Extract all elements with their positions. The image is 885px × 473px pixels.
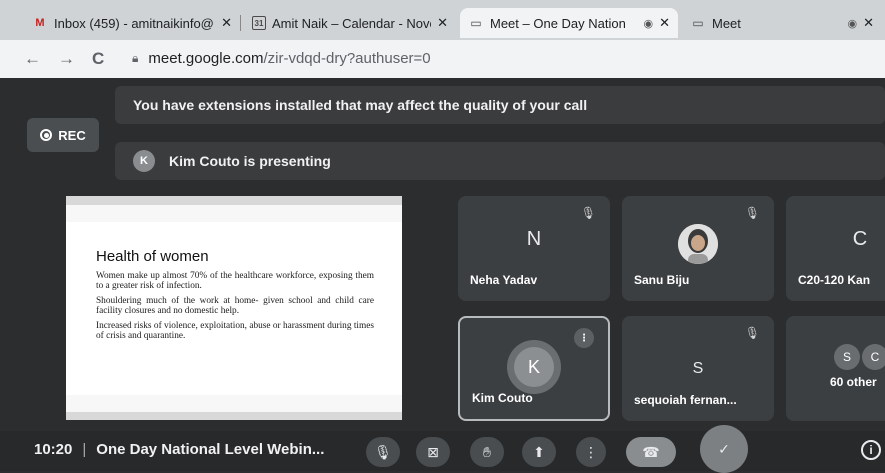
tab-meet-active[interactable]: ▭ Meet – One Day Nation ◉ ✕ (460, 8, 678, 38)
others-avatar: S (834, 344, 860, 370)
present-screen-button[interactable]: ⬆ (522, 437, 556, 467)
record-icon (40, 129, 53, 141)
tab-meet[interactable]: ▭ Meet ◉ ✕ (682, 8, 882, 38)
others-avatar: C (862, 344, 885, 370)
url-path: /zir-vdqd-dry?authuser=0 (263, 50, 431, 67)
participant-initial: C (852, 228, 868, 250)
recording-indicator[interactable]: REC (27, 118, 99, 152)
present-icon: ⬆ (533, 443, 545, 460)
slide-paragraph: Increased risks of violence, exploitatio… (96, 321, 374, 341)
extensions-warning-text: You have extensions installed that may a… (133, 97, 588, 113)
participant-name: C20-120 Kan (798, 273, 871, 287)
phone-hangup-icon: ☎︎ (642, 443, 660, 460)
participant-name: Kim Couto (472, 391, 533, 405)
meet-icon: ▭ (692, 16, 704, 30)
tab-bar: M Inbox (459) - amitnaikinfo@ ✕ 31 Amit … (0, 0, 885, 40)
tab-title: Amit Naik – Calendar - Nove (272, 15, 432, 31)
participant-initial: N (526, 228, 542, 250)
slide-top-strip (66, 196, 402, 205)
url-field[interactable]: 🔒︎ meet.google.com/zir-vdqd-dry?authuser… (132, 50, 431, 67)
others-tile[interactable]: S C 60 other (786, 316, 885, 421)
participant-photo (678, 224, 718, 264)
close-tab-icon[interactable]: ✕ (221, 15, 232, 31)
mic-off-icon: 🎙︎ (580, 206, 596, 220)
extensions-warning-banner: You have extensions installed that may a… (115, 86, 885, 124)
more-options-button[interactable]: ⋮ (576, 437, 606, 467)
reload-icon[interactable]: C (92, 49, 104, 69)
close-tab-icon[interactable]: ✕ (863, 15, 874, 31)
participant-name: Sanu Biju (634, 273, 690, 287)
tab-title: Inbox (459) - amitnaikinfo@ (54, 15, 214, 31)
calendar-icon: 31 (252, 16, 266, 30)
participant-initial: K (514, 347, 554, 387)
participant-tile-active-speaker[interactable]: ⋮ K Kim Couto (458, 316, 610, 421)
camera-off-icon: ⊠ (427, 443, 439, 460)
mic-off-icon: 🎙︎ (374, 443, 392, 460)
speaking-ring: K (507, 340, 561, 394)
meet-icon: ▭ (470, 16, 482, 30)
leave-call-button[interactable]: ☎︎ (626, 437, 676, 467)
meeting-title: One Day National Level Webin... (96, 441, 325, 458)
participant-tile[interactable]: C C20-120 Kan (786, 196, 885, 301)
tab-calendar[interactable]: 31 Amit Naik – Calendar - Nove ✕ (244, 8, 456, 38)
forward-arrow-icon[interactable]: → (58, 49, 75, 69)
meeting-controls-bar: 10:20 | One Day National Level Webin... 🎙︎… (0, 425, 885, 473)
speaking-indicator-icon: ⋮ (574, 328, 594, 348)
meeting-details-icon[interactable]: i (861, 440, 881, 460)
camera-toggle-button[interactable]: ⊠ (416, 437, 450, 467)
meeting-info-separator: | (82, 441, 87, 458)
url-host: meet.google.com (148, 50, 264, 67)
rec-label: REC (58, 127, 86, 143)
presenting-banner: K Kim Couto is presenting (115, 142, 885, 180)
mic-off-icon: 🎙︎ (744, 206, 760, 220)
participant-tile[interactable]: 🎙︎ Sanu Biju (622, 196, 774, 301)
participant-name: sequoiah fernan... (634, 393, 737, 407)
slide-bottom-strip (66, 412, 402, 420)
slide-paragraph: Women make up almost 70% of the healthca… (96, 271, 374, 291)
mic-off-icon: 🎙︎ (744, 326, 760, 340)
participant-initial: S (692, 360, 704, 377)
audio-playing-icon[interactable]: ◉ (643, 17, 653, 30)
hand-icon: ✋︎ (483, 443, 491, 460)
audio-playing-icon[interactable]: ◉ (847, 17, 857, 30)
meeting-info: 10:20 | One Day National Level Webin... (34, 441, 324, 458)
presenting-text: Kim Couto is presenting (169, 153, 331, 169)
raise-hand-button[interactable]: ✋︎ (470, 437, 504, 467)
lock-icon[interactable]: 🔒︎ (132, 51, 138, 66)
participant-tile[interactable]: 🎙︎ N Neha Yadav (458, 196, 610, 301)
slide-paragraph: Shouldering much of the work at home- gi… (96, 296, 374, 316)
gmail-icon: M (35, 17, 45, 29)
slide-content: Health of women Women make up almost 70%… (66, 222, 402, 395)
presentation-slide: Health of women Women make up almost 70%… (66, 196, 402, 420)
meeting-time: 10:20 (34, 441, 73, 458)
tab-title: Meet (712, 15, 741, 31)
address-bar: ← → C 🔒︎ meet.google.com/zir-vdqd-dry?au… (0, 40, 885, 78)
close-tab-icon[interactable]: ✕ (437, 15, 448, 31)
microphone-toggle-button[interactable]: 🎙︎ (366, 437, 400, 467)
participant-name: Neha Yadav (470, 273, 538, 287)
tab-gmail-inbox[interactable]: M Inbox (459) - amitnaikinfo@ ✕ (24, 8, 241, 38)
cursor-highlight: ✓ (700, 425, 748, 473)
others-count: 60 other (830, 375, 877, 389)
participant-tile[interactable]: 🎙︎ S sequoiah fernan... (622, 316, 774, 421)
tab-title: Meet – One Day Nation (490, 15, 626, 31)
more-vert-icon: ⋮ (584, 443, 598, 460)
check-icon: ✓ (718, 440, 730, 457)
presenter-avatar: K (133, 150, 155, 172)
back-arrow-icon[interactable]: ← (24, 49, 41, 69)
meet-surface: You have extensions installed that may a… (0, 78, 885, 471)
close-tab-icon[interactable]: ✕ (659, 15, 670, 31)
slide-title: Health of women (96, 248, 209, 265)
